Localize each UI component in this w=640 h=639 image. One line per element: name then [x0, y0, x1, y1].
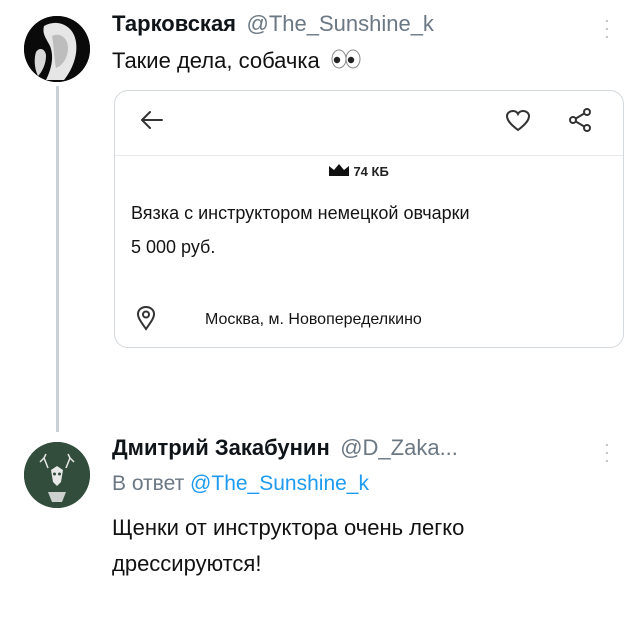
heart-icon	[505, 109, 531, 138]
card-divider	[115, 155, 623, 156]
location-pin-icon	[135, 305, 157, 336]
listing-price: 5 000 руб.	[131, 237, 216, 257]
author-name[interactable]: Тарковская	[112, 11, 236, 36]
image-size-text: 74 КБ	[353, 164, 389, 180]
reply-author-handle[interactable]: @D_Zaka...	[340, 435, 458, 460]
eyes-emoji-icon	[330, 48, 362, 76]
reply-text: Щенки от инструктора очень легко дрессир…	[112, 510, 464, 582]
reply-prefix: В ответ	[112, 472, 185, 495]
deer-logo-image	[24, 442, 90, 508]
listing-location: Москва, м. Новопеределкино	[205, 311, 422, 328]
back-arrow-icon	[139, 109, 165, 136]
attached-image-card[interactable]: 74 КБ Вязка с инструктором немецкой овча…	[114, 90, 624, 348]
portrait-image	[24, 16, 90, 82]
reply-author-name[interactable]: Дмитрий Закабунин	[112, 435, 330, 460]
share-icon	[567, 107, 593, 138]
author-handle[interactable]: @The_Sunshine_k	[246, 11, 433, 36]
author-avatar[interactable]	[24, 16, 90, 82]
reply-text-line: Щенки от инструктора очень легко	[112, 515, 465, 540]
image-thumbnail-icon	[329, 163, 349, 181]
reply-text-line: дрессируются!	[112, 551, 262, 576]
reply-header: Дмитрий Закабунин @D_Zaka...	[112, 435, 458, 461]
listing-title: Вязка с инструктором немецкой овчарки	[131, 203, 470, 223]
reply-to-handle-link[interactable]: @The_Sunshine_k	[190, 472, 369, 495]
reply-more-options-icon[interactable]: · · ·	[604, 435, 610, 469]
tweet-text-content: Такие дела, собачка	[112, 48, 320, 73]
image-size-badge: 74 КБ	[329, 163, 389, 181]
tweet-text: Такие дела, собачка	[112, 48, 362, 76]
reply-author-avatar[interactable]	[24, 442, 90, 508]
thread-connector-line	[56, 86, 59, 432]
more-options-icon[interactable]: · · ·	[604, 11, 610, 45]
reply-context: В ответ @The_Sunshine_k	[112, 472, 369, 496]
tweet-header: Тарковская @The_Sunshine_k	[112, 11, 434, 37]
